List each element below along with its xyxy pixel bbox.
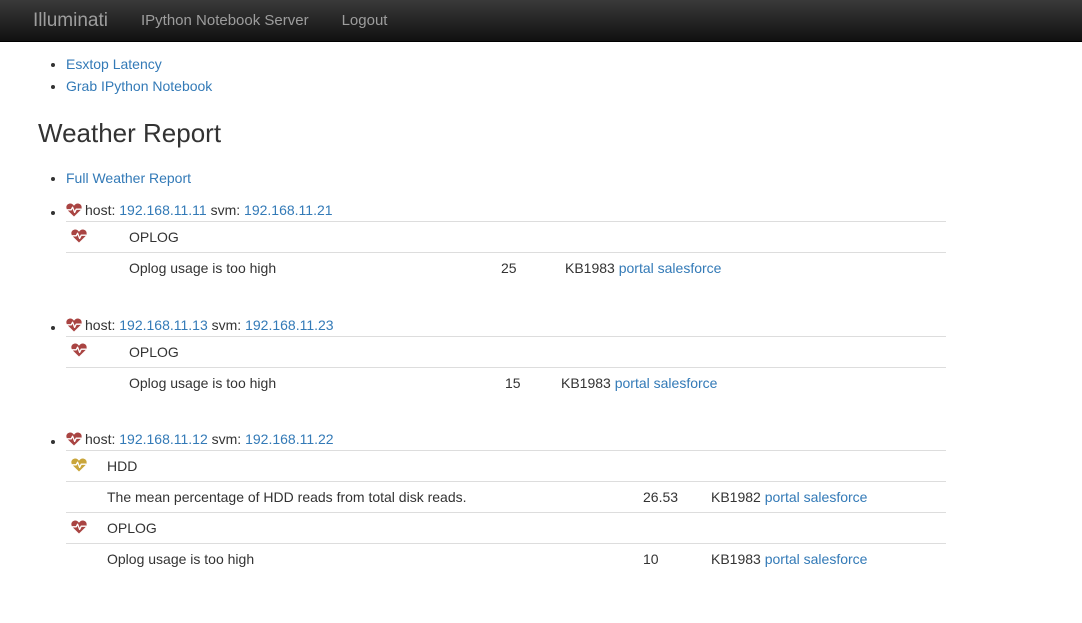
check-message: Oplog usage is too high (129, 366, 505, 398)
heartbeat-icon (66, 318, 82, 332)
svm-ip-link[interactable]: 192.168.11.22 (245, 431, 334, 447)
esxtop-latency-link[interactable]: Esxtop Latency (66, 56, 162, 72)
check-message: The mean percentage of HDD reads from to… (107, 481, 643, 513)
kb-id: KB1983 (565, 260, 615, 277)
portal-link[interactable]: portal (765, 489, 800, 505)
salesforce-link[interactable]: salesforce (804, 489, 868, 505)
host-ip-link[interactable]: 192.168.11.13 (119, 317, 208, 333)
portal-link[interactable]: portal (615, 375, 650, 391)
checks-table: OPLOG Oplog usage is too high 15 KB1983 … (66, 335, 946, 398)
heartbeat-icon (71, 520, 87, 534)
svm-label: svm: (211, 431, 242, 447)
kb-cell: KB1982 portal salesforce (711, 481, 946, 513)
kb-cell: KB1983 portal salesforce (565, 252, 946, 284)
navbar: Illuminati IPython Notebook Server Logou… (0, 0, 1082, 42)
host-label: host: (85, 431, 116, 447)
kb-cell: KB1983 portal salesforce (561, 366, 946, 398)
table-row: HDD (66, 450, 946, 482)
table-row: Oplog usage is too high 10 KB1983 portal… (66, 543, 946, 575)
kb-id: KB1982 (711, 489, 761, 505)
checks-table: HDD The mean percentage of HDD reads fro… (66, 450, 946, 575)
table-row: OPLOG (66, 512, 946, 544)
check-category: OPLOG (129, 335, 946, 367)
table-row: The mean percentage of HDD reads from to… (66, 481, 946, 513)
svm-ip-link[interactable]: 192.168.11.23 (245, 317, 334, 333)
table-row: Oplog usage is too high 15 KB1983 portal… (66, 366, 946, 398)
main-content: Esxtop Latency Grab IPython Notebook Wea… (0, 53, 1082, 575)
table-row: OPLOG (66, 221, 946, 253)
portal-link[interactable]: portal (765, 551, 800, 567)
heartbeat-icon (71, 343, 87, 357)
host-label: host: (85, 316, 116, 333)
salesforce-link[interactable]: salesforce (654, 375, 718, 391)
host-ip-link[interactable]: 192.168.11.12 (119, 431, 208, 447)
host-label: host: (85, 202, 116, 218)
host-line: host: 192.168.11.12 svm: 192.168.11.22 (66, 428, 974, 450)
checks-table: OPLOG Oplog usage is too high 25 KB1983 … (66, 221, 946, 284)
host-line: host: 192.168.11.11 svm: 192.168.11.21 (66, 199, 974, 221)
list-item: Full Weather Report (66, 167, 974, 189)
check-category: OPLOG (107, 512, 946, 544)
heartbeat-icon (66, 203, 82, 217)
brand-link[interactable]: Illuminati (33, 10, 108, 32)
check-category: OPLOG (129, 221, 946, 253)
list-item: Esxtop Latency (66, 53, 1082, 75)
check-value: 10 (643, 543, 711, 575)
svm-label: svm: (211, 316, 242, 333)
host-entry: host: 192.168.11.12 svm: 192.168.11.22 H… (66, 428, 974, 575)
portal-link[interactable]: portal (619, 260, 654, 276)
heartbeat-icon (71, 458, 87, 472)
check-value: 25 (501, 252, 565, 284)
page-title: Weather Report (38, 118, 222, 148)
host-entry: host: 192.168.11.11 svm: 192.168.11.21 O… (66, 199, 974, 284)
heartbeat-icon (71, 229, 87, 243)
table-row: OPLOG (66, 335, 946, 367)
heartbeat-icon (66, 432, 82, 446)
check-message: Oplog usage is too high (107, 543, 643, 575)
salesforce-link[interactable]: salesforce (658, 260, 722, 276)
full-weather-report-link[interactable]: Full Weather Report (66, 170, 191, 186)
top-links-list: Esxtop Latency Grab IPython Notebook (38, 53, 1082, 97)
host-entry: host: 192.168.11.13 svm: 192.168.11.23 O… (66, 314, 974, 398)
salesforce-link[interactable]: salesforce (804, 551, 868, 567)
grab-ipython-notebook-link[interactable]: Grab IPython Notebook (66, 78, 212, 94)
kb-id: KB1983 (711, 551, 761, 568)
kb-id: KB1983 (561, 374, 611, 391)
nav-link-ipython-notebook-server[interactable]: IPython Notebook Server (141, 12, 309, 29)
svm-ip-link[interactable]: 192.168.11.21 (244, 202, 333, 218)
check-value: 26.53 (643, 481, 711, 513)
check-category: HDD (107, 450, 946, 482)
host-line: host: 192.168.11.13 svm: 192.168.11.23 (66, 314, 974, 336)
kb-cell: KB1983 portal salesforce (711, 543, 946, 575)
svm-label: svm: (210, 202, 241, 218)
host-ip-link[interactable]: 192.168.11.11 (119, 202, 206, 218)
check-message: Oplog usage is too high (129, 252, 501, 284)
table-row: Oplog usage is too high 25 KB1983 portal… (66, 252, 946, 284)
list-item: Grab IPython Notebook (66, 75, 1082, 97)
weather-report-list: Full Weather Report host: 192.168.11.11 … (38, 167, 974, 575)
nav-link-logout[interactable]: Logout (342, 12, 388, 29)
check-value: 15 (505, 366, 561, 398)
